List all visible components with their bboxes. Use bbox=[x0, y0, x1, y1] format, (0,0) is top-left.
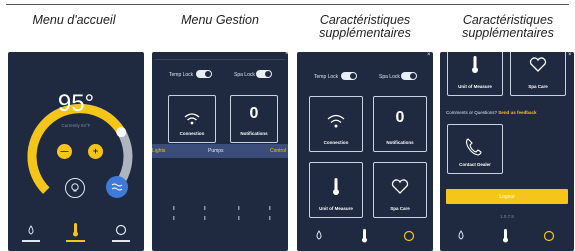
heart-icon bbox=[391, 179, 409, 194]
temp-lock-toggle[interactable] bbox=[341, 72, 357, 80]
notifications-label: Notifications bbox=[386, 140, 414, 145]
notifications-tile[interactable]: 0 Notifications bbox=[230, 95, 278, 143]
spa-care-label: Spa Care bbox=[390, 206, 410, 211]
temperature-value: 95° bbox=[57, 90, 95, 117]
features-screen: × Temp Lock Spa Lock Connection 0 Notifi… bbox=[297, 52, 433, 251]
pump-sliders[interactable] bbox=[152, 158, 288, 248]
feedback-link[interactable]: Send us feedback bbox=[498, 110, 536, 115]
connection-tile[interactable]: Connection bbox=[309, 96, 363, 152]
tab-lights[interactable]: Lights bbox=[152, 148, 165, 154]
app-version: 1.0.7.8 bbox=[500, 214, 514, 219]
connection-tile[interactable]: Connection bbox=[168, 95, 216, 143]
tab-strip: Lights Pumps Control bbox=[152, 144, 288, 158]
close-icon[interactable]: × bbox=[285, 52, 288, 57]
connection-label: Connection bbox=[179, 131, 205, 136]
unit-of-measure-tile[interactable]: Unit of Measure bbox=[309, 162, 363, 218]
light-toggle-button[interactable] bbox=[65, 178, 85, 198]
decrease-temperature-button[interactable]: — bbox=[57, 144, 72, 159]
unit-of-measure-label: Unit of Measure bbox=[319, 206, 353, 211]
notifications-count: 0 bbox=[249, 105, 259, 122]
gear-icon bbox=[543, 230, 555, 242]
lightbulb-icon bbox=[71, 183, 79, 192]
connection-label: Connection bbox=[323, 140, 349, 145]
bottom-navigation bbox=[28, 223, 127, 237]
jets-icon bbox=[111, 183, 123, 191]
wifi-icon bbox=[327, 114, 345, 128]
water-drop-icon bbox=[458, 230, 464, 240]
spa-care-label: Spa Care bbox=[528, 84, 548, 89]
spa-lock-label: Spa Lock bbox=[379, 74, 400, 80]
gear-icon bbox=[115, 224, 127, 236]
jets-button[interactable] bbox=[106, 176, 128, 198]
feedback-line: Comments or Questions? Send us feedback bbox=[446, 110, 537, 115]
spa-lock-toggle[interactable] bbox=[256, 70, 272, 78]
tab-control[interactable]: Control bbox=[270, 148, 286, 154]
unit-of-measure-tile[interactable]: Unit of Measure bbox=[447, 52, 503, 96]
increase-temperature-button[interactable]: + bbox=[88, 144, 103, 159]
caption-management-menu: Menu Gestion bbox=[181, 13, 259, 27]
logout-label: Logout bbox=[499, 194, 515, 200]
bottom-navigation bbox=[458, 229, 555, 243]
close-icon[interactable]: × bbox=[427, 52, 431, 58]
close-icon[interactable]: × bbox=[568, 52, 572, 58]
contact-dealer-label: Contact Dealer bbox=[459, 162, 491, 167]
logout-button[interactable]: Logout bbox=[446, 189, 568, 204]
current-temperature-label: Currently 94°F bbox=[61, 123, 91, 128]
plus-icon: + bbox=[92, 146, 99, 156]
spa-lock-label: Spa Lock bbox=[234, 72, 255, 78]
nav-underline-water bbox=[22, 240, 40, 242]
features-screen-scrolled: × Unit of Measure Spa Care Comments or Q… bbox=[440, 52, 574, 251]
spa-care-tile[interactable]: Spa Care bbox=[373, 162, 427, 218]
contact-dealer-tile[interactable]: Contact Dealer bbox=[447, 124, 503, 174]
spa-lock-toggle[interactable] bbox=[401, 72, 417, 80]
caption-home-menu: Menu d'accueil bbox=[32, 13, 116, 27]
caption-extra-features-2: Caractéristiques supplémentaires bbox=[462, 13, 554, 40]
phone-icon bbox=[465, 138, 482, 156]
nav-underline-temperature bbox=[66, 240, 85, 242]
water-drop-icon bbox=[28, 225, 34, 235]
thermometer-icon bbox=[472, 56, 478, 73]
temp-lock-toggle[interactable] bbox=[196, 70, 212, 78]
top-bar bbox=[155, 52, 285, 60]
thermometer-icon bbox=[333, 178, 339, 195]
notifications-tile[interactable]: 0 Notifications bbox=[373, 96, 427, 152]
tab-pumps[interactable]: Pumps bbox=[208, 148, 224, 154]
feedback-prompt: Comments or Questions? bbox=[446, 110, 498, 115]
temp-lock-label: Temp Lock bbox=[314, 74, 339, 80]
notifications-count: 0 bbox=[395, 109, 405, 126]
minus-icon: — bbox=[60, 147, 69, 156]
nav-underline-settings bbox=[112, 240, 130, 242]
heart-icon bbox=[529, 57, 547, 72]
unit-of-measure-label: Unit of Measure bbox=[458, 84, 492, 89]
bottom-navigation bbox=[316, 229, 415, 243]
home-screen: 95° Currently 94°F — + bbox=[8, 52, 144, 251]
spa-care-tile[interactable]: Spa Care bbox=[510, 52, 566, 96]
caption-divider bbox=[6, 4, 569, 5]
gear-icon bbox=[403, 230, 415, 242]
management-screen: × Temp Lock Spa Lock Connection 0 Notifi… bbox=[152, 52, 288, 251]
water-drop-icon bbox=[316, 230, 322, 240]
temp-lock-label: Temp Lock bbox=[169, 72, 194, 78]
caption-extra-features-1: Caractéristiques supplémentaires bbox=[319, 13, 411, 40]
wifi-icon bbox=[184, 113, 200, 125]
notifications-label: Notifications bbox=[240, 131, 268, 136]
